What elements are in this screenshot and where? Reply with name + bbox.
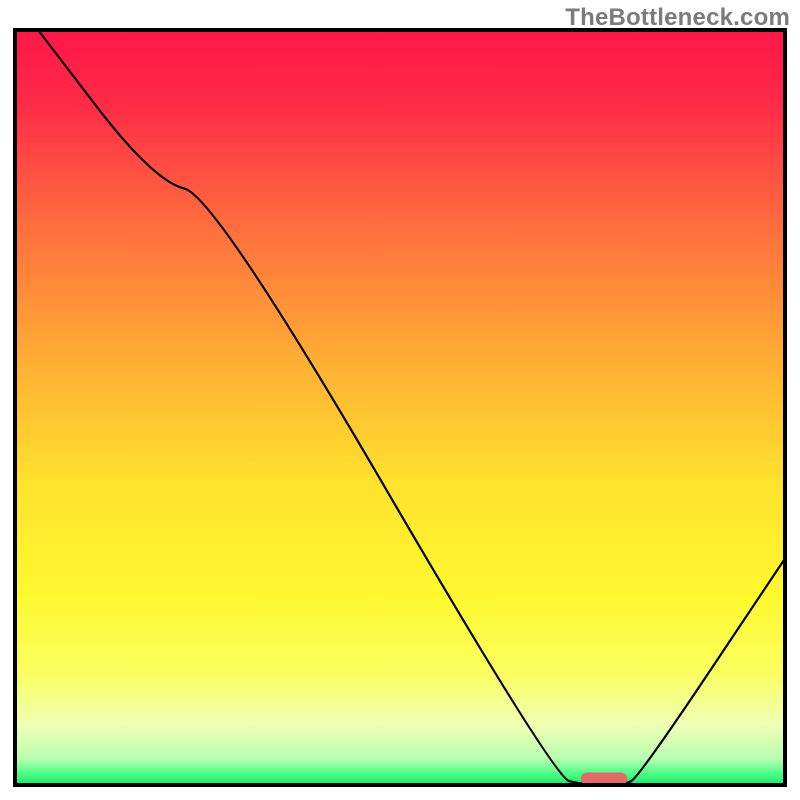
plot-background — [15, 30, 785, 785]
watermark-text: TheBottleneck.com — [565, 4, 790, 32]
bottleneck-chart — [0, 0, 800, 800]
chart-container: { "watermark": "TheBottleneck.com", "cha… — [0, 0, 800, 800]
